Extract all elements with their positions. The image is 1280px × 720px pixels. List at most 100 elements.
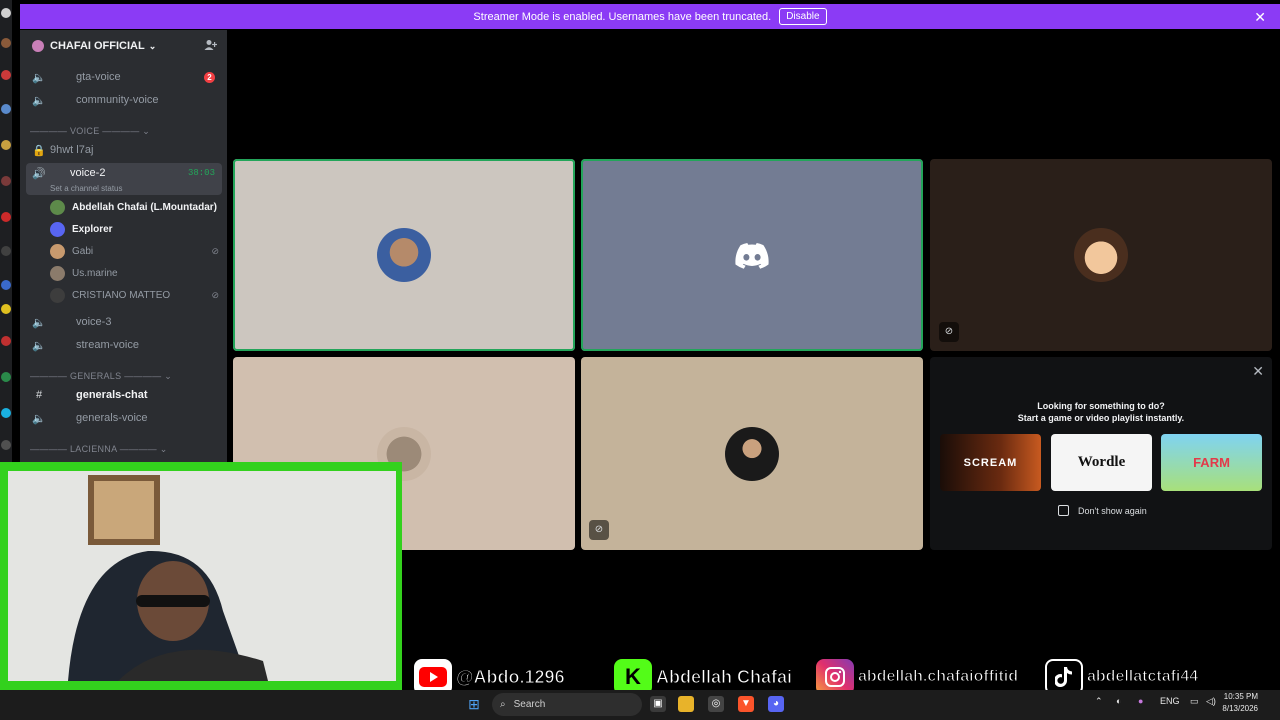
disable-button[interactable]: Disable: [779, 8, 827, 25]
search-icon: ⌕: [500, 699, 506, 710]
server-icon[interactable]: [1, 140, 11, 150]
chevron-down-icon: ⌄: [148, 40, 157, 51]
category-voice[interactable]: ———— VOICE ———— ⌄: [30, 126, 150, 137]
close-icon[interactable]: ✕: [1254, 9, 1266, 26]
windows-start-icon[interactable]: ⊞: [466, 696, 482, 712]
network-icon[interactable]: ◐: [1116, 696, 1121, 706]
tiktok-handle: abdellatctafi44: [1086, 668, 1199, 686]
server-icon[interactable]: [1, 104, 11, 114]
close-icon[interactable]: ✕: [1252, 363, 1264, 380]
channel-label: community-voice: [76, 94, 159, 106]
game-title: Wordle: [1077, 454, 1126, 470]
speaker-icon: 🔈: [32, 71, 46, 84]
mic-muted-icon: ⊘: [589, 520, 609, 540]
webcam-overlay: [0, 462, 402, 690]
task-view-icon[interactable]: ▣: [650, 696, 666, 712]
lock-icon: 🔒: [32, 144, 46, 157]
mic-muted-icon: ⊘: [939, 322, 959, 342]
instagram-handle: abdellah.chafaioffitid: [857, 668, 1019, 686]
game-wordle[interactable]: Wordle: [1051, 434, 1152, 491]
channel-status[interactable]: Set a channel status: [50, 184, 123, 193]
hashtag-icon: #: [35, 389, 43, 401]
voice-member[interactable]: Abdellah Chafai (L.Mountadar): [50, 197, 225, 217]
person-plus-icon[interactable]: [204, 39, 218, 54]
mic-muted-icon: ⊘: [211, 289, 219, 300]
channel-voice-3[interactable]: 🔈 voice-3: [20, 312, 227, 332]
speaker-icon: 🔈: [32, 316, 46, 329]
avatar: [50, 243, 65, 259]
voice-member[interactable]: CRISTIANO MATTEO ⊘: [50, 285, 225, 305]
channel-label: voice-2: [70, 167, 106, 179]
server-icon[interactable]: [1, 70, 11, 80]
unread-badge: 2: [204, 71, 215, 83]
brave-icon[interactable]: ▼: [738, 696, 754, 712]
server-icon[interactable]: [1, 440, 11, 450]
server-icon[interactable]: [1, 280, 11, 290]
search-label: Search: [513, 699, 546, 710]
server-icon[interactable]: [1, 212, 11, 222]
activity-title: Looking for something to do?: [1037, 401, 1165, 411]
avatar: [50, 199, 65, 215]
channel-locked[interactable]: 🔒 9hwt l7aj: [20, 140, 227, 160]
channel-community-voice[interactable]: 🔈 community-voice: [20, 90, 227, 110]
server-header[interactable]: CHAFAI OFFICIAL ⌄: [20, 30, 227, 62]
discord-icon[interactable]: ◕: [768, 696, 784, 712]
speaker-icon: 🔊: [32, 167, 46, 180]
voice-member[interactable]: Explorer: [50, 219, 225, 239]
member-name: Abdellah Chafai (L.Mountadar): [72, 201, 217, 213]
checkbox[interactable]: [1058, 505, 1069, 516]
voice-member[interactable]: Us.marine: [50, 263, 225, 283]
mic-icon[interactable]: ●: [1138, 696, 1143, 706]
speaker-icon: 🔈: [32, 339, 46, 352]
wifi-icon[interactable]: ▭: [1190, 696, 1199, 707]
voice-member[interactable]: Gabi ⊘: [50, 241, 225, 261]
clock-time: 10:35 PM: [1223, 692, 1258, 701]
webcam-feed: [8, 471, 396, 681]
channel-label: gta-voice: [76, 71, 121, 83]
channel-generals-voice[interactable]: 🔈 generals-voice: [20, 408, 227, 428]
avatar: [377, 228, 431, 282]
server-icon[interactable]: [1, 304, 11, 314]
category-generals[interactable]: ———— GENERALS ———— ⌄: [30, 371, 172, 382]
voice-tile[interactable]: ⊘: [581, 357, 923, 550]
mic-muted-icon: ⊘: [211, 245, 219, 256]
category-lacienna[interactable]: ———— LACIENNA ———— ⌄: [30, 444, 168, 455]
channel-gta-voice[interactable]: 🔈 gta-voice 2: [20, 67, 227, 87]
voice-tile[interactable]: ⊘: [930, 159, 1272, 351]
avatar: [50, 265, 65, 281]
game-scream[interactable]: SCREAM: [940, 434, 1041, 491]
channel-sidebar: CHAFAI OFFICIAL ⌄ 🔈 gta-voice 2 🔈 commun…: [20, 30, 227, 470]
channel-generals-chat[interactable]: # generals-chat: [20, 385, 227, 405]
server-icon[interactable]: [1, 176, 11, 186]
banner-text: Streamer Mode is enabled. Usernames have…: [473, 10, 772, 23]
server-icon[interactable]: [1, 408, 11, 418]
channel-voice-2-row[interactable]: 🔊 voice-2 38:03: [20, 163, 227, 183]
server-icon[interactable]: [1, 8, 11, 18]
avatar: [1074, 228, 1128, 282]
channel-stream-voice[interactable]: 🔈 stream-voice: [20, 335, 227, 355]
server-name: CHAFAI OFFICIAL: [50, 40, 145, 52]
channel-label: generals-chat: [76, 389, 148, 401]
dont-show-again[interactable]: Don't show again: [1058, 505, 1147, 516]
chevron-up-icon[interactable]: ⌃: [1095, 696, 1103, 707]
app-icon[interactable]: ◎: [708, 696, 724, 712]
member-name: Us.marine: [72, 267, 118, 279]
game-farm[interactable]: FARM: [1161, 434, 1262, 491]
voice-tile[interactable]: [233, 159, 575, 351]
discord-logo-icon: [735, 243, 769, 274]
youtube-handle: @Abdo.1296: [456, 666, 566, 687]
server-icon[interactable]: [1, 246, 11, 256]
server-icon[interactable]: [1, 336, 11, 346]
activity-subtitle: Start a game or video playlist instantly…: [1017, 413, 1185, 423]
volume-icon[interactable]: ◁): [1206, 696, 1216, 707]
clock[interactable]: 10:35 PM 8/13/2026: [1222, 691, 1258, 715]
game-title: FARM: [1193, 455, 1230, 470]
voice-tile[interactable]: [581, 159, 923, 351]
server-icon[interactable]: [1, 38, 11, 48]
language-indicator[interactable]: ENG: [1160, 696, 1180, 706]
screen: Streamer Mode is enabled. Usernames have…: [0, 0, 1280, 720]
taskbar-search[interactable]: ⌕ Search: [492, 693, 642, 716]
dont-show-label: Don't show again: [1078, 505, 1147, 516]
server-icon[interactable]: [1, 372, 11, 382]
file-explorer-icon[interactable]: [678, 696, 694, 712]
